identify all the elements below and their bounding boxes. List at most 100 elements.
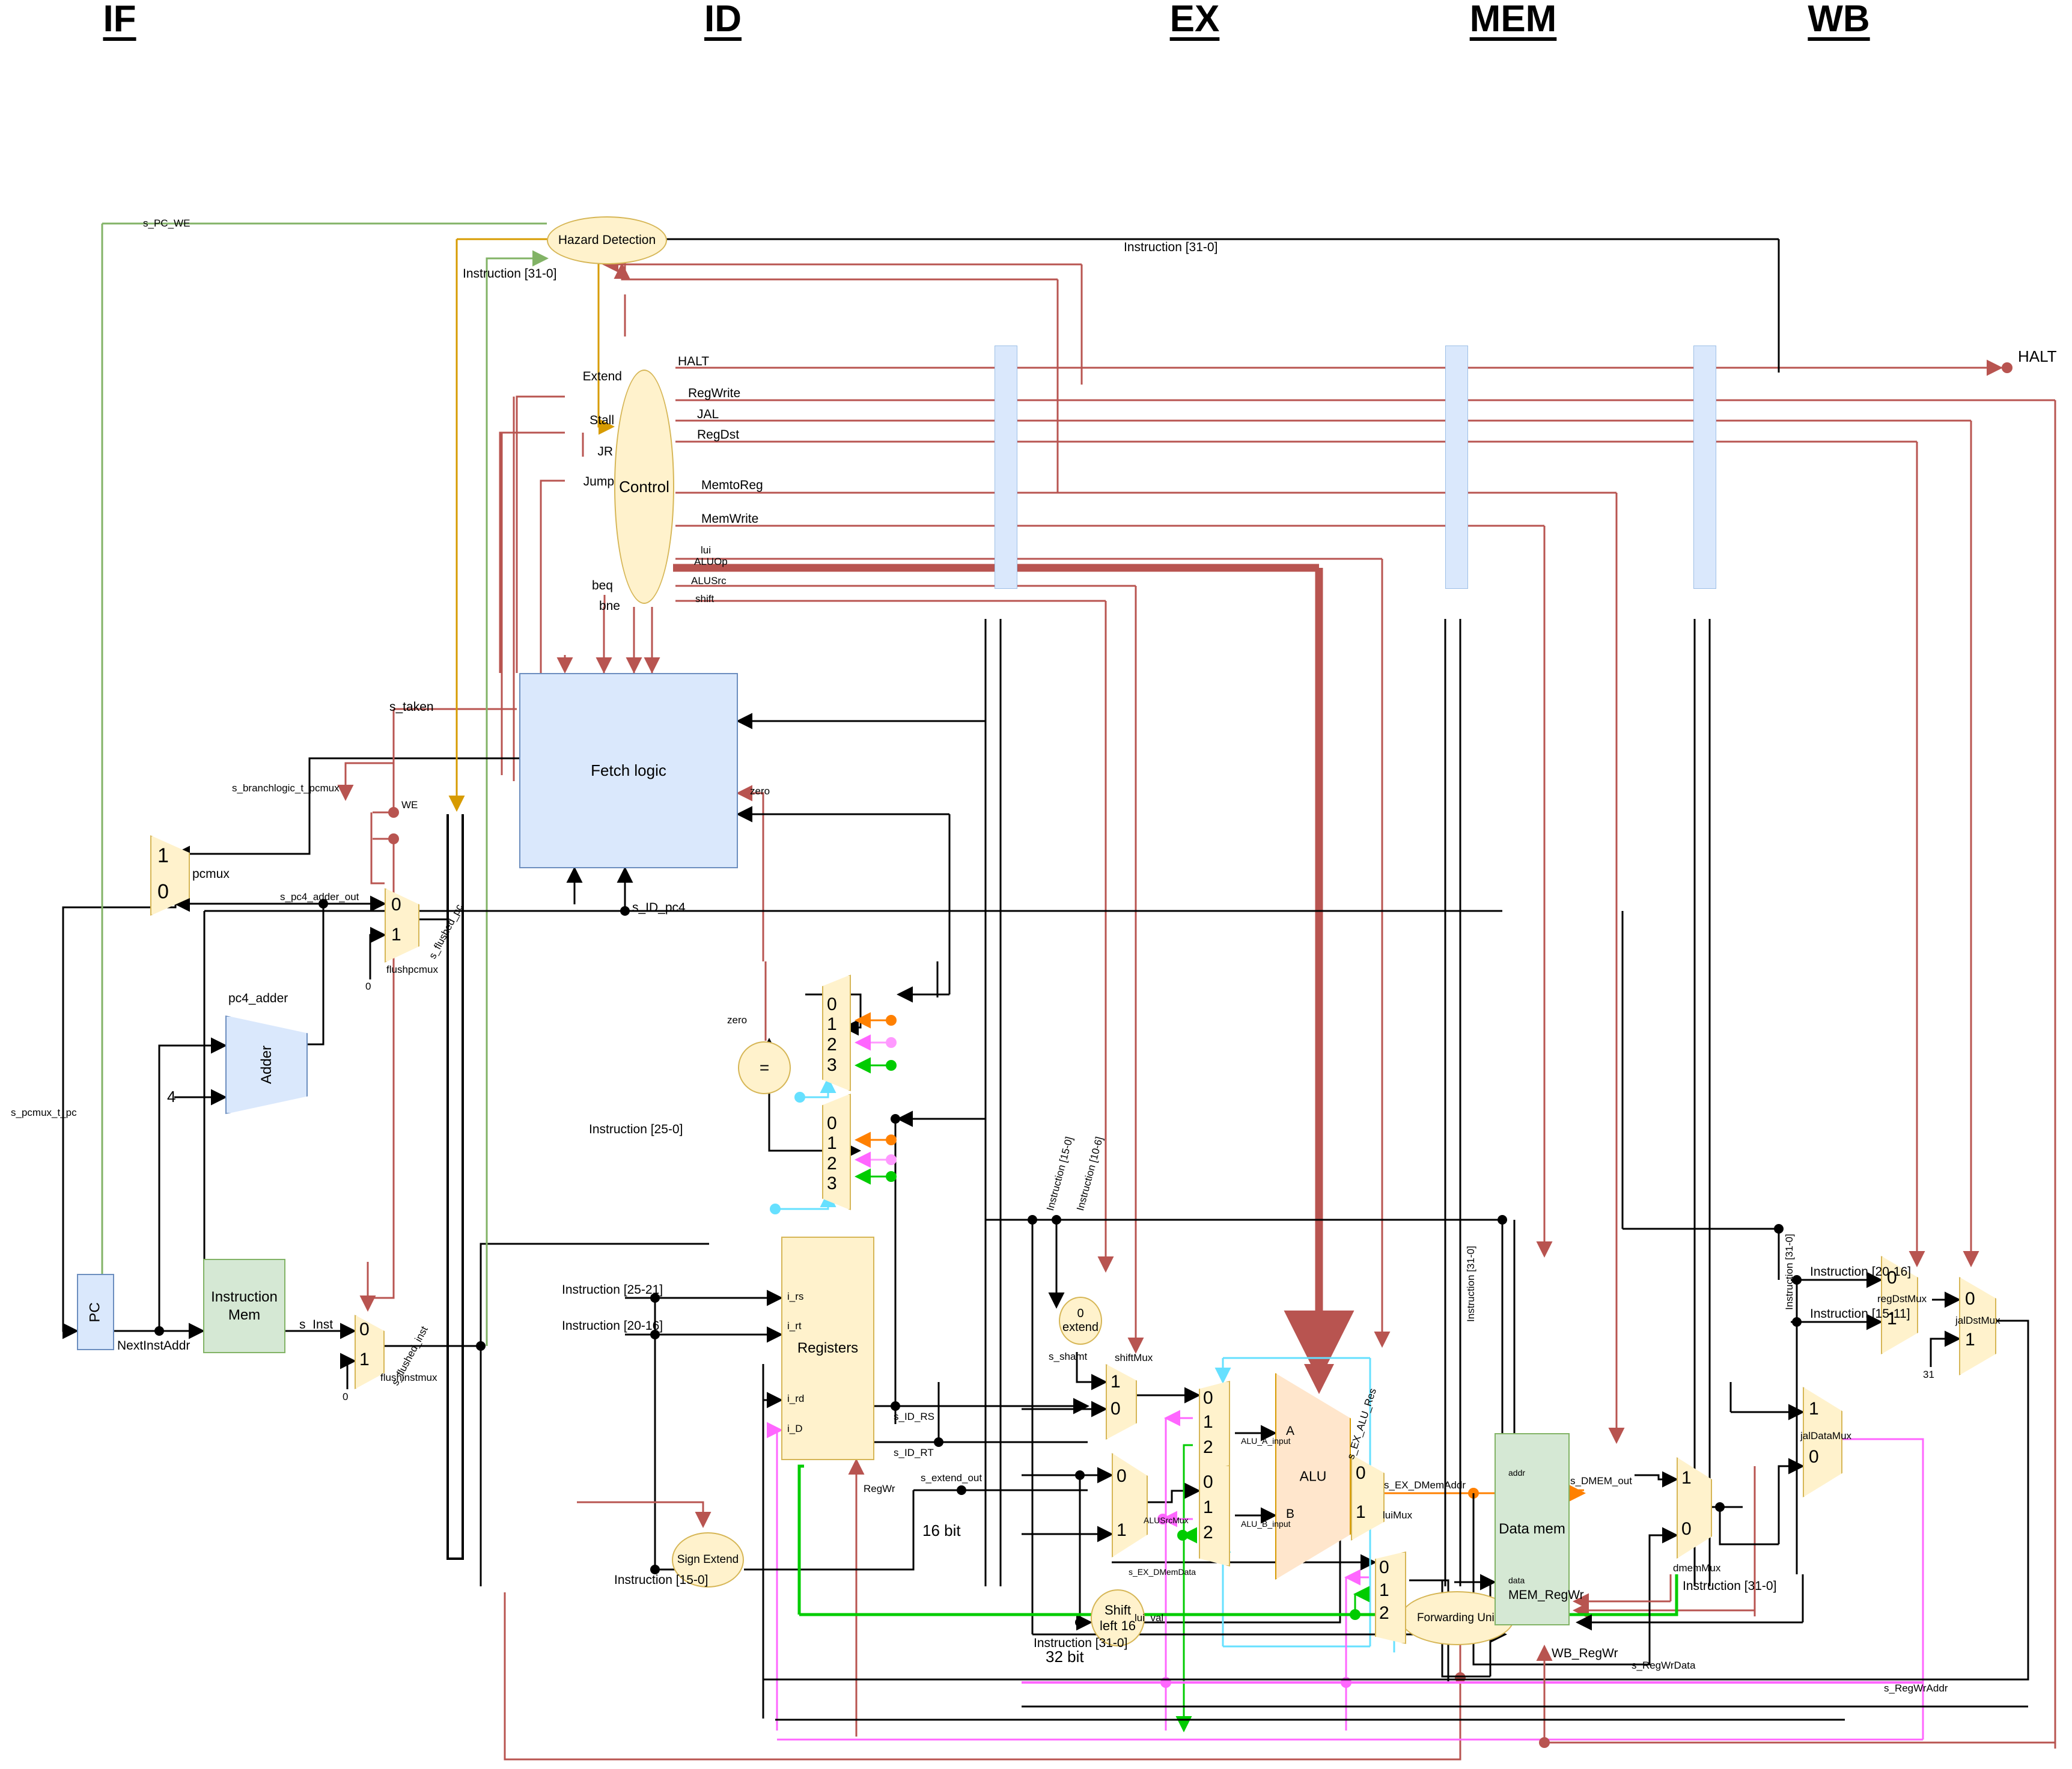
signal-mem-regwr: MEM_RegWr: [1508, 1588, 1584, 1602]
dmemMux-name: dmemMux: [1673, 1562, 1721, 1574]
adder-label: Adder: [258, 1045, 275, 1085]
dmemMux-input-1: 1: [1681, 1468, 1692, 1488]
control-signal-halt: HALT: [678, 355, 710, 368]
branch-mux-b-input-3: 3: [827, 1174, 837, 1193]
pipeline-register-id-ex: [995, 346, 1017, 589]
branch-mux-a-input-1: 1: [827, 1014, 837, 1034]
branch-mux-b-input-0: 0: [827, 1113, 837, 1133]
stage-header-if: IF: [103, 0, 136, 40]
dmem-data-fwd-mux-input-2: 2: [1379, 1603, 1389, 1623]
signal-s-ex-dmemdata: s_EX_DMemData: [1129, 1567, 1196, 1577]
control-signal-regwrite: RegWrite: [688, 386, 741, 400]
control-signal-jal: JAL: [697, 407, 719, 421]
signal-s-extend-out: s_extend_out: [921, 1472, 983, 1484]
label-pc4-adder: pc4_adder: [228, 991, 288, 1005]
signal-s-ex-dmemaddr: s_EX_DMemAddr: [1384, 1479, 1466, 1491]
signal-s-regwraddr: s_RegWrAddr: [1884, 1682, 1948, 1694]
jalDataMux-input-0: 0: [1809, 1447, 1819, 1467]
pc-label: PC: [87, 1302, 103, 1323]
signal-lui-val: lui_val: [1135, 1612, 1164, 1624]
alu-b-fwd-mux-input-0: 0: [1203, 1472, 1213, 1492]
shiftMux-input-0: 0: [1111, 1399, 1121, 1419]
hazard-detection-unit: Hazard Detection: [547, 216, 667, 264]
luiMux-input-1: 1: [1356, 1502, 1366, 1522]
fetch-logic-block: Fetch logic: [519, 673, 738, 868]
pc-register: PC: [77, 1274, 114, 1350]
ALUSrcMux-input-0: 0: [1117, 1466, 1127, 1486]
signal-zero-fetch: zero: [750, 785, 770, 797]
regDstMux-name: regDstMux: [1877, 1293, 1927, 1305]
flushpcmux-input-1: 1: [391, 925, 401, 945]
alu-b-fwd-mux-input-1: 1: [1203, 1497, 1213, 1517]
signal-alu-b-input: ALU_B_input: [1241, 1519, 1291, 1529]
datapath-diagram: IF ID EX MEM WB Hazard Detection Control…: [0, 0, 2072, 1769]
signal-instruction-31-0-hazard: Instruction [31-0]: [463, 267, 557, 281]
signal-s-id-rs: s_ID_RS: [894, 1411, 935, 1422]
port-i-rs: i_rs: [787, 1291, 804, 1302]
stage-header-ex: EX: [1169, 0, 1220, 40]
signal-nextinstaddr: NextInstAddr: [117, 1339, 190, 1353]
control-signal-alusrc: ALUSrc: [691, 575, 727, 586]
control-input-stall: Stall: [590, 413, 614, 427]
stage-header-id: ID: [704, 0, 742, 40]
const-4: 4: [167, 1088, 176, 1106]
control-signal-regdst: RegDst: [697, 428, 740, 442]
pcmux-input-1: 1: [157, 844, 169, 867]
signal-s-branchlogic-t-pcmux: s_branchlogic_t_pcmux: [232, 782, 340, 794]
branch-mux-b-input-1: 1: [827, 1133, 837, 1153]
signal-s-pcmux-t-pc: s_pcmux_t_pc: [11, 1107, 77, 1118]
flushinstmux-input-0: 0: [359, 1320, 370, 1339]
signal-instruction-25-0: Instruction [25-0]: [589, 1122, 683, 1136]
signal-instruction-20-16-wb: Instruction [20-16]: [1810, 1265, 1912, 1279]
dmem-data-fwd-mux-input-1: 1: [1379, 1580, 1389, 1600]
control-input-bne: bne: [599, 599, 620, 613]
signal-instruction-31-0-top: Instruction [31-0]: [1124, 240, 1218, 254]
jalDataMux-name: jalDataMux: [1800, 1430, 1852, 1442]
stage-header-wb: WB: [1808, 0, 1870, 40]
pcmux-name: pcmux: [192, 867, 230, 881]
signal-instruction-31-0-wb: Instruction [31-0]: [1784, 1234, 1795, 1310]
signal-instruction-15-11-wb: Instruction [15-11]: [1810, 1307, 1910, 1321]
signal-s-taken: s_taken: [389, 700, 434, 714]
control-signal-aluop: ALUOp: [694, 556, 728, 567]
branch-mux-a-input-2: 2: [827, 1035, 837, 1055]
pipeline-register-ex-mem: [1445, 346, 1468, 589]
signal-s-inst: s_Inst: [299, 1318, 334, 1332]
branch-mux-a-input-3: 3: [827, 1055, 837, 1075]
dmem-port-addr: addr: [1508, 1468, 1526, 1478]
jalDataMux-input-1: 1: [1809, 1399, 1819, 1419]
dmem-port-data: data: [1508, 1576, 1525, 1585]
instruction-memory-block: Instruction Mem: [203, 1259, 285, 1353]
signal-instruction-20-16: Instruction [20-16]: [562, 1319, 663, 1333]
signal-s-pc4-adder-out: s_pc4_adder_out: [280, 891, 359, 903]
equality-comparator: =: [738, 1041, 791, 1094]
alu-a-fwd-mux-input-1: 1: [1203, 1412, 1213, 1432]
signal-instruction-15-0: Instruction [15-0]: [614, 1573, 708, 1587]
signal-instruction-31-0-mem: Instruction [31-0]: [1465, 1246, 1476, 1322]
dmem-data-fwd-mux-input-0: 0: [1379, 1557, 1389, 1577]
control-input-jump: Jump: [583, 475, 614, 489]
flushinstmux-const-0: 0: [343, 1391, 349, 1402]
pipeline-register-mem-wb: [1693, 346, 1716, 589]
control-signal-shift: shift: [695, 593, 715, 604]
signal-s-dmem-out: s_DMEM_out: [1570, 1475, 1632, 1487]
flushinstmux-input-1: 1: [359, 1350, 370, 1369]
alu-b-fwd-mux-input-2: 2: [1203, 1523, 1213, 1542]
control-input-beq: beq: [591, 579, 613, 592]
signal-s-id-pc4: s_ID_pc4: [632, 901, 686, 915]
control-unit: Control: [614, 370, 674, 604]
flushpcmux-name: flushpcmux: [386, 964, 438, 975]
stage-header-mem: MEM: [1469, 0, 1557, 40]
branch-mux-a-input-0: 0: [827, 994, 837, 1014]
alu-a-fwd-mux-input-2: 2: [1203, 1437, 1213, 1457]
registers-label: Registers: [797, 1340, 859, 1356]
pcmux-input-0: 0: [157, 880, 169, 903]
dmemMux-input-0: 0: [1681, 1519, 1692, 1539]
control-input-jr: JR: [597, 445, 613, 458]
signal-instruction-31-0-bottom: Instruction [31-0]: [1683, 1579, 1777, 1593]
luiMux-input-0: 0: [1356, 1463, 1366, 1483]
luiMux-name: luiMux: [1383, 1509, 1413, 1521]
jalDstMux-input-1: 1: [1965, 1330, 1975, 1350]
jalDstMux-input-0: 0: [1965, 1289, 1975, 1309]
signal-s-shamt: s_shamt: [1049, 1351, 1088, 1362]
